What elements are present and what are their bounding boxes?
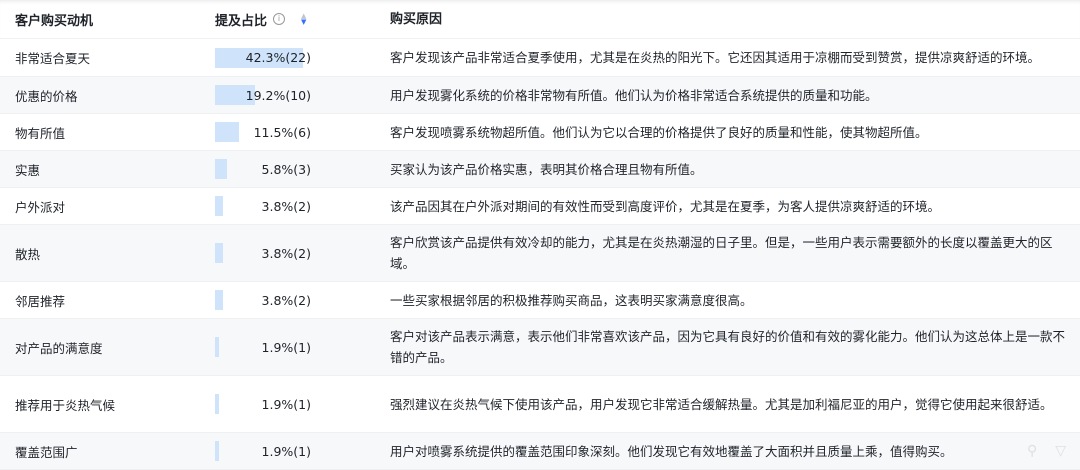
motive-cell: 散热: [0, 244, 200, 263]
table-tools: ⚲ ▽: [1027, 443, 1066, 459]
ratio-label: 3.8%(2): [215, 246, 311, 261]
ratio-label: 1.9%(1): [215, 340, 311, 355]
motive-cell: 非常适合夏天: [0, 48, 200, 67]
table-row: 实惠 5.8%(3) 买家认为该产品价格实惠，表明其价格合理且物有所值。: [0, 151, 1080, 188]
reason-cell: 强烈建议在炎热气候下使用该产品，用户发现它非常适合缓解热量。尤其是加利福尼亚的用…: [375, 394, 1080, 415]
reason-cell: 一些买家根据邻居的积极推荐购买商品，这表明买家满意度很高。: [375, 290, 1080, 311]
ratio-cell: 42.3%(22): [200, 39, 375, 76]
ratio-cell: 3.8%(2): [200, 188, 375, 224]
table-row: 散热 3.8%(2) 客户欣赏该产品提供有效冷却的能力，尤其是在炎热潮湿的日子里…: [0, 225, 1080, 282]
ratio-cell: 1.9%(1): [200, 319, 375, 375]
motive-cell: 覆盖范围广: [0, 442, 200, 461]
ratio-cell: 1.9%(1): [200, 376, 375, 432]
ratio-cell: 5.8%(3): [200, 151, 375, 187]
table-row: 覆盖范围广 1.9%(1) 用户对喷雾系统提供的覆盖范围印象深刻。他们发现它有效…: [0, 433, 1080, 470]
header-motive: 客户购买动机: [0, 10, 200, 29]
search-icon[interactable]: ⚲: [1027, 443, 1037, 459]
ratio-label: 5.8%(3): [215, 162, 311, 177]
reason-cell: 客户发现该产品非常适合夏季使用，尤其是在炎热的阳光下。它还因其适用于凉棚而受到赞…: [375, 47, 1080, 68]
table-row: 户外派对 3.8%(2) 该产品因其在户外派对期间的有效性而受到高度评价，尤其是…: [0, 188, 1080, 225]
reason-cell: 客户发现喷雾系统物超所值。他们认为它以合理的价格提供了良好的质量和性能，使其物超…: [375, 122, 1080, 143]
header-reason: 购买原因: [375, 9, 1080, 30]
motive-cell: 对产品的满意度: [0, 338, 200, 357]
filter-icon[interactable]: ▽: [1055, 443, 1066, 459]
table-body: 非常适合夏天 42.3%(22) 客户发现该产品非常适合夏季使用，尤其是在炎热的…: [0, 39, 1080, 470]
header-ratio[interactable]: 提及占比 i ▲▼: [200, 0, 375, 38]
table-row: 邻居推荐 3.8%(2) 一些买家根据邻居的积极推荐购买商品，这表明买家满意度很…: [0, 282, 1080, 319]
ratio-label: 3.8%(2): [215, 199, 311, 214]
ratio-cell: 19.2%(10): [200, 77, 375, 113]
header-ratio-label: 提及占比: [215, 10, 267, 29]
motive-cell: 物有所值: [0, 123, 200, 142]
sort-icon[interactable]: ▲▼: [301, 13, 306, 25]
motive-cell: 户外派对: [0, 197, 200, 216]
table-row: 优惠的价格 19.2%(10) 用户发现雾化系统的价格非常物有所值。他们认为价格…: [0, 77, 1080, 114]
motive-cell: 推荐用于炎热气候: [0, 395, 200, 414]
ratio-label: 1.9%(1): [215, 444, 311, 459]
ratio-label: 42.3%(22): [215, 50, 311, 65]
table-row: 非常适合夏天 42.3%(22) 客户发现该产品非常适合夏季使用，尤其是在炎热的…: [0, 39, 1080, 77]
table-row: 推荐用于炎热气候 1.9%(1) 强烈建议在炎热气候下使用该产品，用户发现它非常…: [0, 376, 1080, 433]
motive-cell: 邻居推荐: [0, 291, 200, 310]
table-row: 对产品的满意度 1.9%(1) 客户对该产品表示满意，表示他们非常喜欢该产品，因…: [0, 319, 1080, 376]
ratio-cell: 3.8%(2): [200, 282, 375, 318]
motive-cell: 实惠: [0, 160, 200, 179]
reason-cell: 用户发现雾化系统的价格非常物有所值。他们认为价格非常适合系统提供的质量和功能。: [375, 85, 1080, 106]
info-icon[interactable]: i: [273, 13, 285, 25]
table-header: 客户购买动机 提及占比 i ▲▼ 购买原因: [0, 0, 1080, 39]
ratio-cell: 3.8%(2): [200, 225, 375, 281]
table-row: 物有所值 11.5%(6) 客户发现喷雾系统物超所值。他们认为它以合理的价格提供…: [0, 114, 1080, 151]
ratio-cell: 11.5%(6): [200, 114, 375, 150]
motive-cell: 优惠的价格: [0, 86, 200, 105]
reason-cell: 客户欣赏该产品提供有效冷却的能力，尤其是在炎热潮湿的日子里。但是，一些用户表示需…: [375, 232, 1080, 274]
ratio-label: 3.8%(2): [215, 293, 311, 308]
ratio-cell: 1.9%(1): [200, 433, 375, 469]
reason-cell: 用户对喷雾系统提供的覆盖范围印象深刻。他们发现它有效地覆盖了大面积并且质量上乘，…: [375, 441, 1080, 462]
reason-cell: 客户对该产品表示满意，表示他们非常喜欢该产品，因为它具有良好的价值和有效的雾化能…: [375, 326, 1080, 368]
reason-cell: 该产品因其在户外派对期间的有效性而受到高度评价，尤其是在夏季，为客人提供凉爽舒适…: [375, 196, 1080, 217]
ratio-label: 11.5%(6): [215, 125, 311, 140]
ratio-label: 19.2%(10): [215, 88, 311, 103]
ratio-label: 1.9%(1): [215, 397, 311, 412]
reason-cell: 买家认为该产品价格实惠，表明其价格合理且物有所值。: [375, 159, 1080, 180]
